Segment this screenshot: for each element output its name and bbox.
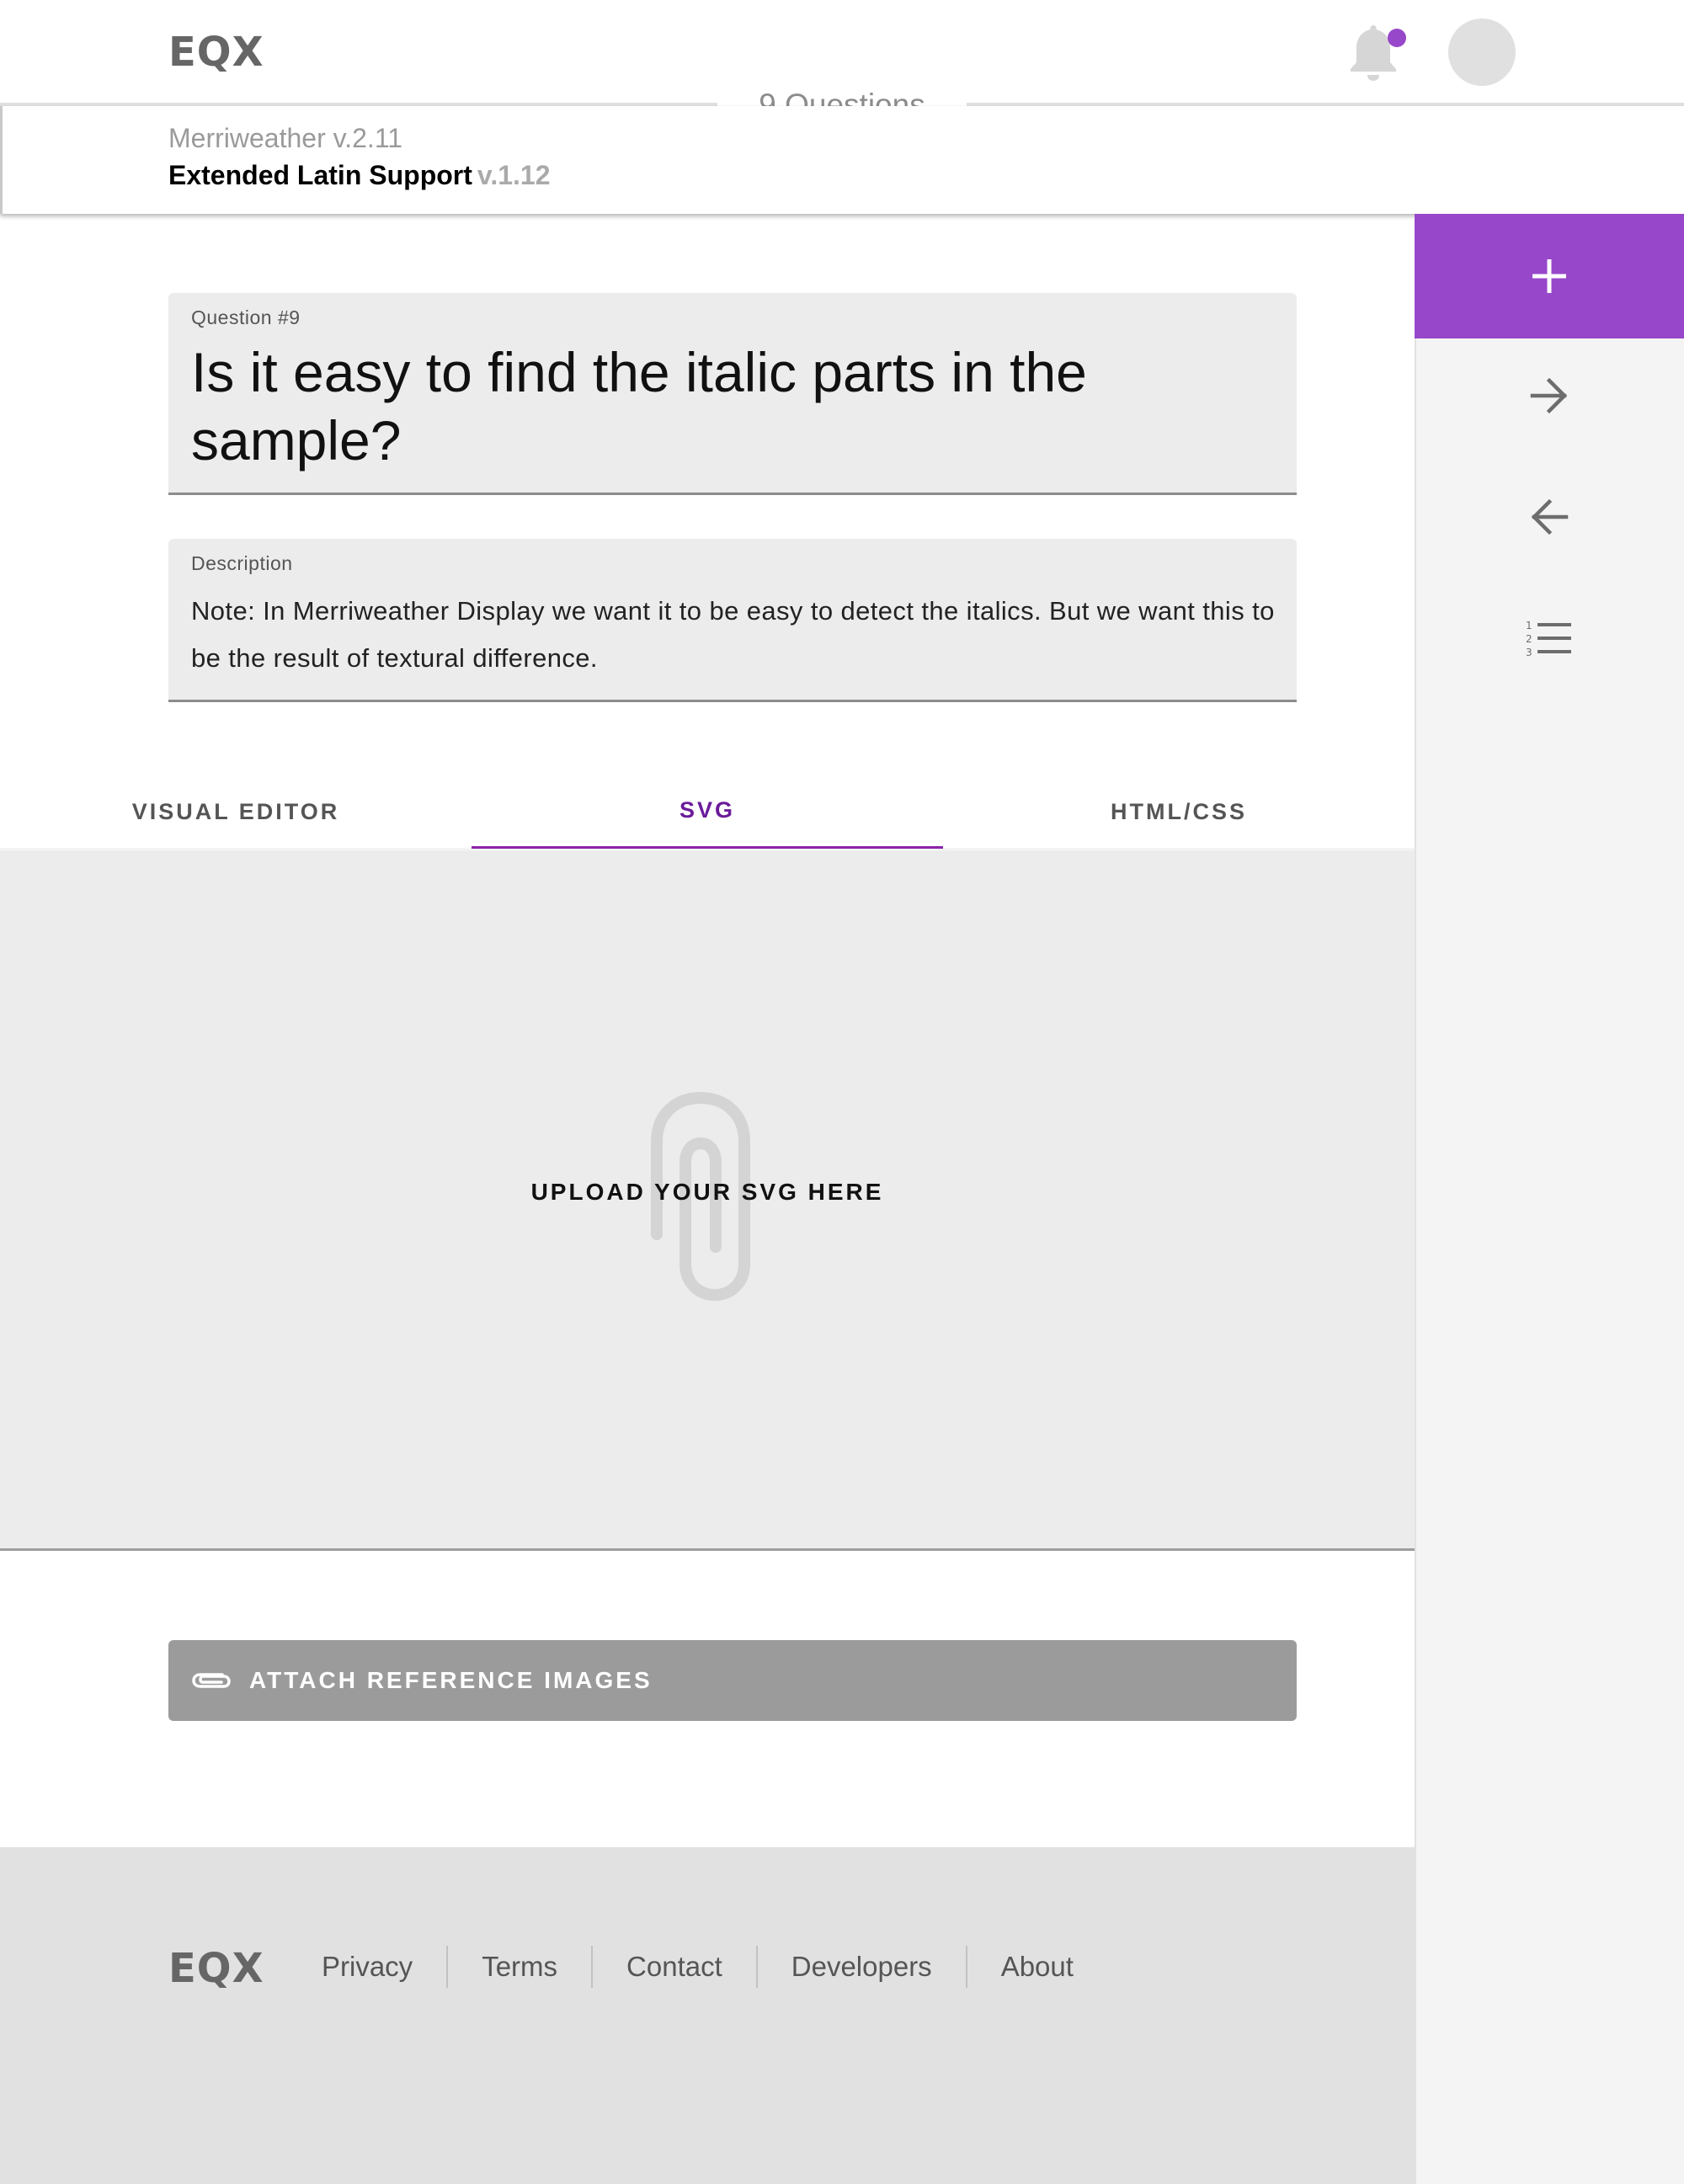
project-subheader: Merriweather v.2.11 Extended Latin Suppo…: [0, 106, 1684, 214]
description-label: Description: [191, 552, 293, 574]
svg-text:3: 3: [1526, 647, 1532, 658]
plus-icon: [1532, 259, 1566, 293]
tab-html-css[interactable]: HTML/CSS: [943, 775, 1415, 849]
editor-tabs: VISUAL EDITOR SVG HTML/CSS: [0, 775, 1415, 850]
paperclip-icon: [192, 1673, 231, 1688]
section-version: v.1.12: [477, 160, 551, 190]
section-title-text: Extended Latin Support: [168, 160, 472, 190]
footer-logo[interactable]: EQX: [168, 1945, 264, 1992]
footer: EQX Privacy Terms Contact Developers Abo…: [0, 1847, 1415, 2184]
description-field[interactable]: Description Note: In Merriweather Displa…: [168, 539, 1297, 702]
svg-upload-dropzone[interactable]: UPLOAD YOUR SVG HERE: [0, 850, 1415, 1551]
upload-svg-label: UPLOAD YOUR SVG HERE: [530, 1179, 884, 1205]
notification-badge: [1388, 29, 1406, 47]
avatar[interactable]: [1448, 19, 1516, 86]
description-text[interactable]: Note: In Merriweather Display we want it…: [191, 588, 1277, 682]
footer-links: Privacy Terms Contact Developers About: [290, 1940, 1107, 1994]
attach-reference-images-button[interactable]: ATTACH REFERENCE IMAGES: [168, 1640, 1297, 1721]
add-question-button[interactable]: [1415, 214, 1684, 338]
footer-link-terms[interactable]: Terms: [446, 1946, 591, 1988]
footer-link-privacy[interactable]: Privacy: [290, 1946, 446, 1988]
question-label: Question #9: [191, 306, 301, 328]
question-field[interactable]: Question #9 Is it easy to find the itali…: [168, 293, 1297, 495]
svg-text:2: 2: [1526, 633, 1532, 645]
section-title: Extended Latin Support v.1.12: [168, 160, 550, 191]
font-name: Merriweather v.2.11: [168, 123, 403, 153]
tab-svg[interactable]: SVG: [472, 775, 943, 849]
tabs-divider: [0, 849, 1415, 850]
arrow-right-icon: [1530, 377, 1568, 414]
previous-question-button[interactable]: [1415, 475, 1684, 559]
question-list-button[interactable]: 1 2 3: [1415, 596, 1684, 680]
numbered-list-icon: 1 2 3: [1526, 620, 1571, 658]
question-text[interactable]: Is it easy to find the italic parts in t…: [191, 338, 1117, 475]
app-logo[interactable]: EQX: [168, 29, 264, 76]
footer-link-developers[interactable]: Developers: [755, 1946, 966, 1988]
tab-visual-editor[interactable]: VISUAL EDITOR: [0, 775, 472, 849]
next-question-button[interactable]: [1415, 354, 1684, 438]
arrow-left-icon: [1531, 498, 1569, 535]
svg-text:1: 1: [1526, 620, 1532, 631]
attach-reference-images-label: ATTACH REFERENCE IMAGES: [249, 1667, 653, 1693]
footer-link-about[interactable]: About: [965, 1946, 1107, 1988]
footer-link-contact[interactable]: Contact: [591, 1946, 756, 1988]
